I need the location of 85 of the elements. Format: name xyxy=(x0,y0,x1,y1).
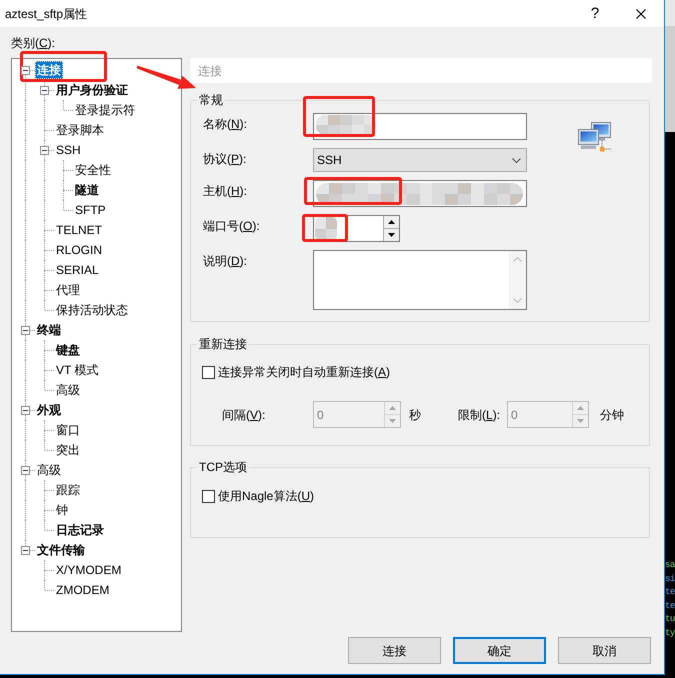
terminal-text: sa xyxy=(665,559,675,572)
tree-item[interactable]: 键盘 xyxy=(54,341,82,359)
category-label: 类别(C): xyxy=(11,35,56,51)
tree-item[interactable]: 外观 xyxy=(35,401,63,419)
checkbox[interactable] xyxy=(202,366,215,378)
spin-down-button[interactable] xyxy=(384,228,399,241)
terminal-text: ty xyxy=(665,626,675,640)
tree-item[interactable]: 钟 xyxy=(54,501,70,519)
collapse-icon[interactable] xyxy=(21,66,30,74)
tree-item[interactable]: 保持活动状态 xyxy=(54,301,130,319)
tree-item[interactable]: 登录脚本 xyxy=(54,121,106,139)
terminal-text: te xyxy=(665,600,675,612)
chevron-down-icon xyxy=(512,158,521,162)
tree-item[interactable]: SFTP xyxy=(73,201,108,219)
tree-item[interactable]: 高级 xyxy=(35,461,63,479)
description-textarea[interactable] xyxy=(313,250,527,310)
window-title: aztest_sftp属性 xyxy=(4,6,88,22)
field-label: 限制(L): xyxy=(458,406,502,422)
checkbox-label[interactable]: 使用Nagle算法(U) xyxy=(218,488,314,504)
tree-item[interactable]: 连接 xyxy=(35,61,63,79)
unit-label: 秒 xyxy=(409,406,421,422)
tree-item[interactable]: 安全性 xyxy=(73,161,113,179)
tree-item[interactable]: TELNET xyxy=(54,221,104,239)
field-label: 名称(N): xyxy=(203,116,248,132)
collapse-icon[interactable] xyxy=(21,466,30,474)
tree-item[interactable]: X/YMODEM xyxy=(54,561,124,579)
annotation-frame xyxy=(302,214,348,242)
down-triangle-icon xyxy=(577,419,584,423)
collapse-icon[interactable] xyxy=(40,86,49,94)
tree-item[interactable]: 终端 xyxy=(35,321,63,339)
close-icon xyxy=(636,8,646,18)
collapse-icon[interactable] xyxy=(21,326,30,334)
networked-computers-icon xyxy=(578,122,612,153)
down-triangle-icon xyxy=(389,419,396,423)
tree-item[interactable]: 用户身份验证 xyxy=(54,81,130,99)
group-title: 重新连接 xyxy=(198,336,248,352)
field-label: 主机(H): xyxy=(203,183,248,199)
tree-item[interactable]: VT 模式 xyxy=(54,361,100,379)
field-label: 间隔(V): xyxy=(222,406,266,422)
chevron-up-icon xyxy=(513,257,522,262)
number-spinbox[interactable] xyxy=(313,215,400,242)
annotation-arrow xyxy=(135,64,197,91)
spin-up-button[interactable] xyxy=(384,216,399,228)
scrollbar[interactable] xyxy=(509,251,526,309)
up-triangle-icon xyxy=(389,406,396,410)
tree-item[interactable]: 高级 xyxy=(54,381,82,399)
chevron-down-icon xyxy=(513,298,522,303)
tree-item[interactable]: 窗口 xyxy=(54,421,82,439)
collapse-icon[interactable] xyxy=(40,146,49,154)
tree-item[interactable]: 文件传输 xyxy=(35,541,87,559)
up-triangle-icon xyxy=(577,406,584,410)
unit-label: 分钟 xyxy=(600,406,624,422)
up-triangle-icon xyxy=(388,220,395,224)
tree-item[interactable]: 跟踪 xyxy=(54,481,82,499)
tree-item[interactable]: SERIAL xyxy=(54,261,101,279)
tree-item[interactable]: 登录提示符 xyxy=(73,101,137,119)
terminal-text: si xyxy=(665,572,675,586)
tree-item[interactable]: ZMODEM xyxy=(54,581,112,599)
collapse-icon[interactable] xyxy=(21,406,30,414)
group-title: 常规 xyxy=(198,92,224,108)
terminal-text: tu xyxy=(665,613,675,626)
tree-item[interactable]: 代理 xyxy=(54,281,82,299)
tree-item[interactable]: 隧道 xyxy=(73,181,101,199)
ok-button[interactable]: 确定 xyxy=(453,637,546,664)
connect-button[interactable]: 连接 xyxy=(348,637,441,664)
protocol-dropdown[interactable]: SSH xyxy=(313,148,527,172)
field-label: 端口号(O): xyxy=(203,218,260,234)
cancel-button[interactable]: 取消 xyxy=(558,637,651,664)
checkbox-label[interactable]: 连接异常关闭时自动重新连接(A) xyxy=(218,364,390,380)
group-title: TCP选项 xyxy=(198,459,248,475)
collapse-icon[interactable] xyxy=(21,546,30,554)
host-input[interactable] xyxy=(313,180,527,207)
tree-item[interactable]: RLOGIN xyxy=(54,241,104,259)
terminal-text: te xyxy=(665,586,675,599)
name-input[interactable] xyxy=(313,113,527,140)
field-label: 说明(D): xyxy=(203,253,248,269)
page-title: 连接 xyxy=(190,58,652,83)
field-label: 协议(P): xyxy=(203,151,246,167)
checkbox[interactable] xyxy=(202,490,215,502)
tree-item[interactable]: SSH xyxy=(54,141,83,159)
help-button[interactable]: ? xyxy=(572,0,618,27)
down-triangle-icon xyxy=(388,233,395,237)
tree-item[interactable]: 日志记录 xyxy=(54,521,106,539)
tree-item[interactable]: 突出 xyxy=(54,441,82,459)
annotation-frame xyxy=(303,96,375,137)
